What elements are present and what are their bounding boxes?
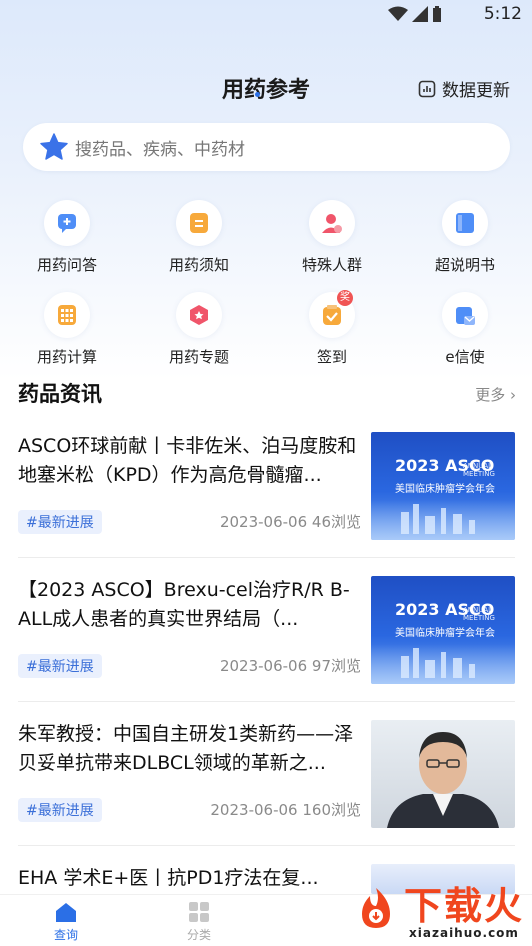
asco-banner: 2023 ASCO ANNUAL MEETING 美国临床肿瘤学会年会 [371,432,515,540]
asco-banner: 2023 ASCO ANNUAL MEETING 美国临床肿瘤学会年会 [371,576,515,684]
search-placeholder: 搜药品、疾病、中药材 [75,139,245,160]
data-update-button[interactable]: 数据更新 [418,76,510,101]
data-update-label: 数据更新 [442,81,510,101]
status-time: 5:12 [483,4,522,24]
topic-icon [176,292,222,338]
book-icon [442,200,488,246]
news-thumbnail [371,720,515,828]
news-views: 97浏览 [311,657,361,675]
portrait-photo [371,720,515,828]
battery-icon [433,6,441,22]
news-tag[interactable]: #最新进展 [18,798,102,822]
chat-icon [44,200,90,246]
grid-item-e-messenger[interactable]: e信使 [405,292,525,367]
section-title: 药品资讯 [18,382,102,406]
news-date: 2023-06-06 [210,801,298,819]
grid-item-label: 用药专题 [168,348,229,366]
news-views: 160浏览 [302,801,361,819]
grid-item-label: 特殊人群 [301,256,362,274]
more-link[interactable]: 更多 › [475,384,516,405]
more-label: 更多 [475,386,506,404]
grid-item-drug-qa[interactable]: 用药问答 [7,200,127,275]
grid-item-drug-topics[interactable]: 用药专题 [139,292,259,367]
news-date: 2023-06-06 [219,657,308,675]
person-icon [309,200,355,246]
asco-subtitle: ANNUAL MEETING [463,462,495,478]
status-icons [388,6,442,22]
grid-icon [189,902,209,922]
reward-badge: 奖 [337,290,353,306]
grid-item-dose-calc[interactable]: 用药计算 [7,292,127,367]
news-section-header: 药品资讯 更多 › [18,378,516,410]
news-divider [18,557,515,558]
star-icon [40,133,68,160]
news-title: EHA 学术E+医丨抗PD1疗法在复... [18,867,319,889]
signal-icon [412,6,428,22]
home-icon [56,903,76,922]
news-title: 朱军教授：中国自主研发1类新药——泽贝妥单抗带来DLBCL领域的革新之... [18,723,354,774]
news-thumbnail: 2023 ASCO ANNUAL MEETING 美国临床肿瘤学会年会 [371,576,515,684]
page-header: 用药参考 数据更新 [0,68,532,108]
news-item[interactable]: 朱军教授：中国自主研发1类新药——泽贝妥单抗带来DLBCL领域的革新之... #… [18,720,515,828]
envelope-icon [442,292,488,338]
tab-category[interactable]: 分类 [169,901,229,943]
news-title: ASCO环球前献丨卡非佐米、泊马度胺和地塞米松（KPD）作为高危骨髓瘤... [18,435,357,486]
grid-item-label: e信使 [445,348,485,366]
news-thumbnail: 2023 ASCO ANNUAL MEETING 美国临床肿瘤学会年会 [371,432,515,540]
grid-item-label: 超说明书 [434,256,495,274]
flame-logo-icon [361,887,390,928]
grid-item-label: 签到 [316,348,347,366]
news-views: 46浏览 [311,513,361,531]
grid-item-label: 用药须知 [168,256,229,274]
news-tag[interactable]: #最新进展 [18,654,102,678]
news-tag[interactable]: #最新进展 [18,510,102,534]
search-input[interactable]: 搜药品、疾病、中药材 [23,123,510,171]
checkin-icon: 奖 [309,290,355,338]
asco-cn-title: 美国临床肿瘤学会年会 [395,484,495,495]
tab-label: 分类 [186,928,211,942]
note-icon [176,200,222,246]
grid-item-special-groups[interactable]: 特殊人群 [272,200,392,275]
site-watermark: 下载火 xiazaihuo.com [354,875,524,940]
title-accent-dot [255,92,260,97]
news-item[interactable]: 【2023 ASCO】Brexu-cel治疗R/R B-ALL成人患者的真实世界… [18,576,515,684]
city-skyline [371,644,515,684]
news-meta: 2023-06-06 160浏览 [210,799,361,820]
city-skyline [371,500,515,540]
news-divider [18,845,515,846]
chart-icon [418,80,436,97]
wifi-icon [388,6,408,21]
watermark-text: 下载火 [403,884,524,928]
news-title: 【2023 ASCO】Brexu-cel治疗R/R B-ALL成人患者的真实世界… [18,579,350,630]
chevron-right-icon: › [510,386,516,404]
status-bar: 5:12 [0,0,532,30]
news-item[interactable]: ASCO环球前献丨卡非佐米、泊马度胺和地塞米松（KPD）作为高危骨髓瘤... #… [18,432,515,540]
news-date: 2023-06-06 [219,513,308,531]
grid-item-label: 用药计算 [36,348,97,366]
grid-item-checkin[interactable]: 奖 签到 [272,290,392,367]
tab-search[interactable]: 查询 [36,901,96,943]
grid-item-off-label[interactable]: 超说明书 [405,200,525,275]
calculator-icon [44,292,90,338]
news-meta: 2023-06-06 97浏览 [220,655,361,676]
asco-subtitle: ANNUAL MEETING [463,606,495,622]
news-meta: 2023-06-06 46浏览 [220,511,361,532]
watermark-url: xiazaihuo.com [409,926,519,940]
grid-item-drug-notice[interactable]: 用药须知 [139,200,259,275]
asco-cn-title: 美国临床肿瘤学会年会 [395,628,495,639]
tab-label: 查询 [53,928,78,942]
news-divider [18,701,515,702]
grid-item-label: 用药问答 [36,256,97,274]
